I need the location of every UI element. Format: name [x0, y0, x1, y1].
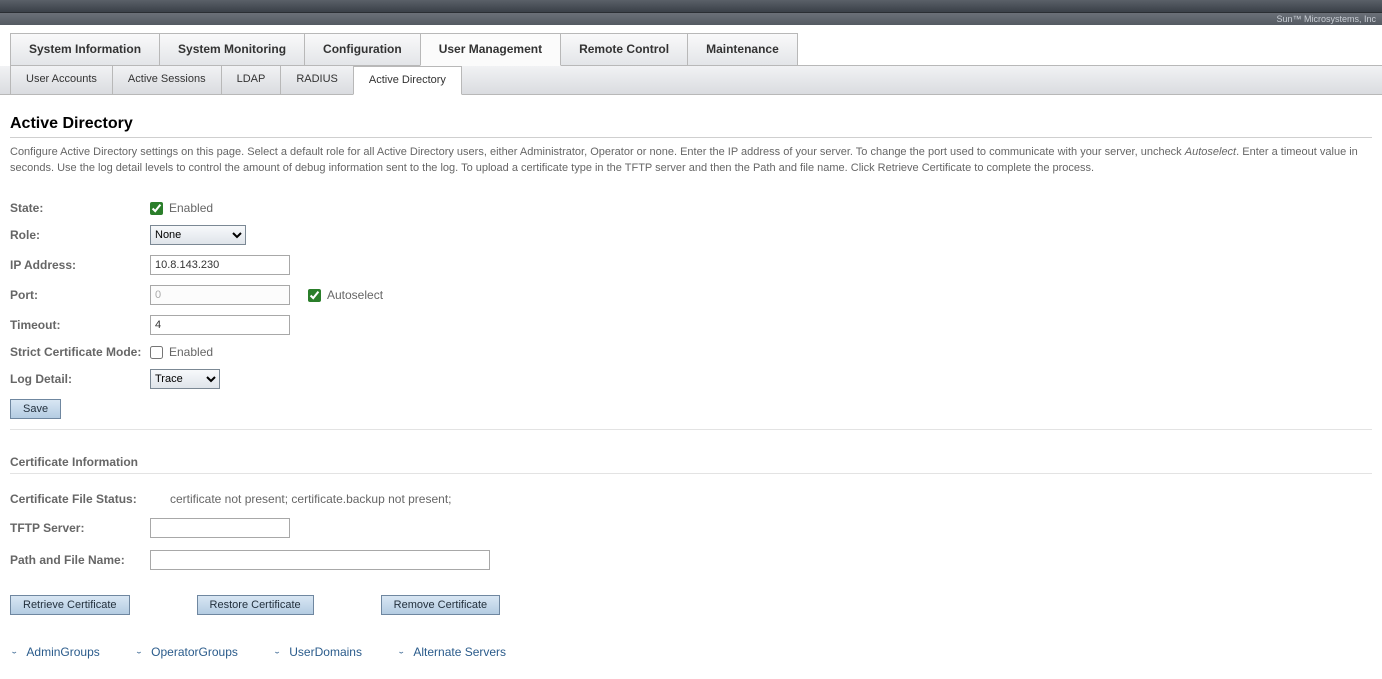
subtab-active-directory[interactable]: Active Directory — [353, 66, 462, 95]
role-select[interactable]: None — [150, 225, 246, 245]
tab-configuration[interactable]: Configuration — [304, 33, 421, 65]
timeout-label: Timeout: — [10, 318, 150, 332]
autoselect-checkbox[interactable] — [308, 289, 321, 302]
alternate-servers-label: Alternate Servers — [413, 645, 506, 659]
chevron-down-icon: ⌄ — [10, 649, 18, 656]
tab-system-monitoring[interactable]: System Monitoring — [159, 33, 305, 65]
log-detail-select[interactable]: Trace — [150, 369, 220, 389]
ip-input[interactable] — [150, 255, 290, 275]
log-label: Log Detail: — [10, 372, 150, 386]
sub-tabs-wrap: User Accounts Active Sessions LDAP RADIU… — [0, 66, 1382, 95]
cert-separator — [10, 473, 1372, 474]
sub-tabs: User Accounts Active Sessions LDAP RADIU… — [0, 66, 1382, 94]
alternate-servers-link[interactable]: ⌄ Alternate Servers — [397, 645, 506, 659]
ip-label: IP Address: — [10, 258, 150, 272]
main-tabs: System Information System Monitoring Con… — [10, 33, 1382, 66]
tab-user-management[interactable]: User Management — [420, 33, 561, 66]
timeout-input[interactable] — [150, 315, 290, 335]
tab-system-information[interactable]: System Information — [10, 33, 160, 65]
state-enabled-label: Enabled — [169, 201, 213, 215]
subtab-user-accounts[interactable]: User Accounts — [10, 66, 113, 94]
path-input[interactable] — [150, 550, 490, 570]
role-label: Role: — [10, 228, 150, 242]
cert-section-title: Certificate Information — [10, 455, 1372, 469]
top-bar — [0, 0, 1382, 13]
save-separator — [10, 429, 1372, 430]
page-description: Configure Active Directory settings on t… — [10, 144, 1372, 176]
title-separator — [10, 137, 1372, 138]
state-label: State: — [10, 201, 150, 215]
brand-bar: Sun™ Microsystems, Inc — [0, 13, 1382, 25]
chevron-down-icon: ⌄ — [135, 649, 143, 656]
cert-status-value: certificate not present; certificate.bac… — [170, 492, 451, 506]
tab-maintenance[interactable]: Maintenance — [687, 33, 798, 65]
tftp-input[interactable] — [150, 518, 290, 538]
path-label: Path and File Name: — [10, 553, 150, 567]
expandable-sections: ⌄ AdminGroups ⌄ OperatorGroups ⌄ UserDom… — [10, 645, 1372, 659]
tftp-label: TFTP Server: — [10, 521, 150, 535]
subtab-active-sessions[interactable]: Active Sessions — [112, 66, 222, 94]
subtab-radius[interactable]: RADIUS — [280, 66, 354, 94]
brand-text: Sun™ Microsystems, Inc — [1276, 14, 1376, 24]
remove-cert-button[interactable]: Remove Certificate — [381, 595, 501, 615]
tab-remote-control[interactable]: Remote Control — [560, 33, 688, 65]
port-input[interactable] — [150, 285, 290, 305]
strict-checkbox[interactable] — [150, 346, 163, 359]
restore-cert-button[interactable]: Restore Certificate — [197, 595, 314, 615]
save-button[interactable]: Save — [10, 399, 61, 419]
operator-groups-link[interactable]: ⌄ OperatorGroups — [135, 645, 238, 659]
chevron-down-icon: ⌄ — [273, 649, 281, 656]
subtab-ldap[interactable]: LDAP — [221, 66, 282, 94]
page-description-a: Configure Active Directory settings on t… — [10, 146, 1185, 158]
state-checkbox[interactable] — [150, 202, 163, 215]
user-domains-link[interactable]: ⌄ UserDomains — [273, 645, 362, 659]
operator-groups-label: OperatorGroups — [151, 645, 238, 659]
port-label: Port: — [10, 288, 150, 302]
admin-groups-label: AdminGroups — [26, 645, 99, 659]
admin-groups-link[interactable]: ⌄ AdminGroups — [10, 645, 100, 659]
page-description-italic: Autoselect — [1185, 146, 1236, 158]
strict-label: Strict Certificate Mode: — [10, 345, 150, 359]
strict-enabled-label: Enabled — [169, 345, 213, 359]
chevron-down-icon: ⌄ — [397, 649, 405, 656]
retrieve-cert-button[interactable]: Retrieve Certificate — [10, 595, 130, 615]
page-title: Active Directory — [10, 115, 1372, 133]
user-domains-label: UserDomains — [289, 645, 362, 659]
cert-status-label: Certificate File Status: — [10, 492, 170, 506]
content: Active Directory Configure Active Direct… — [0, 95, 1382, 679]
autoselect-label: Autoselect — [327, 288, 383, 302]
